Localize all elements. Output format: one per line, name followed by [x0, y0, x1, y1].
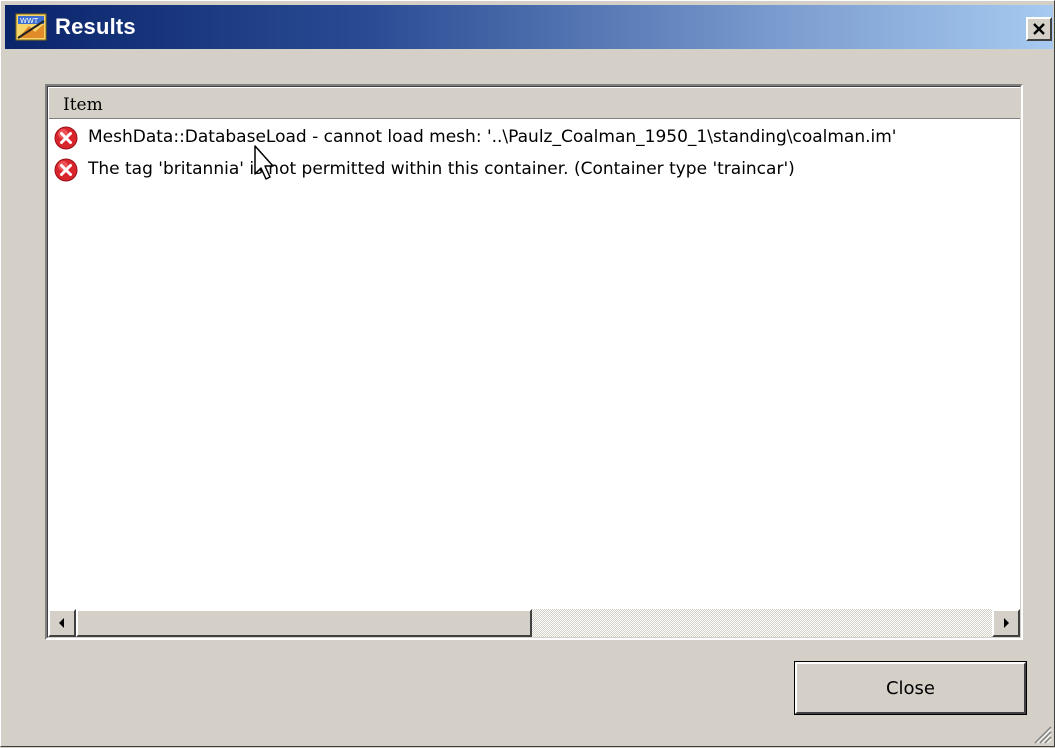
- svg-text:WWT: WWT: [20, 17, 39, 25]
- resize-grip-icon[interactable]: [1030, 722, 1052, 744]
- close-button-label: Close: [885, 678, 936, 699]
- arrow-left-icon: [59, 618, 64, 628]
- error-icon: [54, 126, 78, 150]
- error-icon: [54, 158, 78, 182]
- scrollbar-thumb[interactable]: [76, 609, 532, 637]
- window-title: Results: [55, 14, 136, 39]
- column-header-item[interactable]: Item: [48, 87, 1020, 119]
- horizontal-scrollbar[interactable]: [48, 609, 1020, 637]
- list-item-text: MeshData::DatabaseLoad - cannot load mes…: [88, 127, 897, 147]
- list-item-text: The tag 'britannia' is not permitted wit…: [88, 159, 795, 179]
- app-icon: WWT: [15, 11, 47, 43]
- results-dialog: WWT Results Item MeshData::DatabaseLoad …: [0, 0, 1055, 747]
- list-item[interactable]: MeshData::DatabaseLoad - cannot load mes…: [48, 121, 1020, 153]
- close-button[interactable]: Close: [794, 661, 1027, 715]
- list-item[interactable]: The tag 'britannia' is not permitted wit…: [48, 153, 1020, 185]
- column-header-label: Item: [63, 95, 103, 115]
- scroll-left-button[interactable]: [48, 609, 76, 637]
- close-x-icon[interactable]: [1026, 17, 1052, 41]
- arrow-right-icon: [1004, 618, 1009, 628]
- scroll-right-button[interactable]: [992, 609, 1020, 637]
- column-header-bar: Item: [48, 87, 1020, 119]
- results-list[interactable]: Item MeshData::DatabaseLoad - cannot loa…: [45, 84, 1023, 640]
- title-bar[interactable]: WWT Results: [5, 5, 1053, 49]
